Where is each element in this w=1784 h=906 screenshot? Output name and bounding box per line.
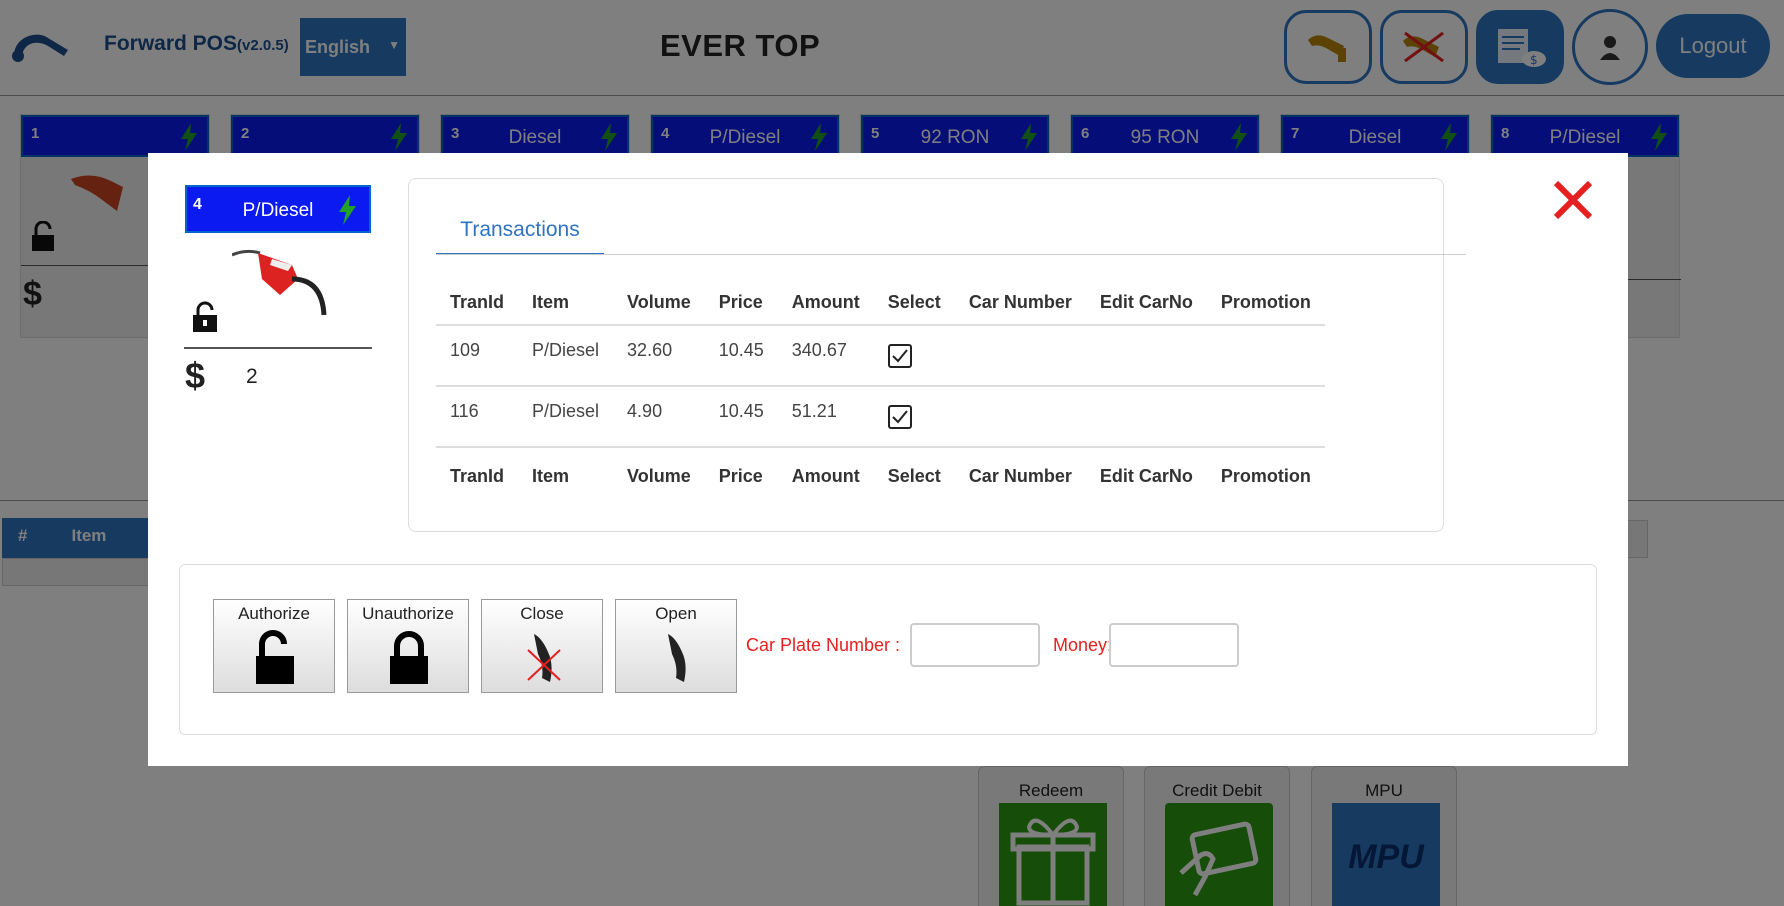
column-footer: Car Number: [968, 466, 1072, 486]
column-header: Edit CarNo: [1085, 281, 1207, 326]
column-header: TranId: [436, 281, 519, 326]
amount-cell: 51.21: [777, 386, 874, 448]
transactions-panel: Transactions TranId Item Volume Price Am…: [408, 178, 1466, 532]
pump-transaction-dialog: 4 P/Diesel $ 2 Transactions TranId Item …: [148, 153, 1628, 766]
car-number-cell: [954, 325, 1086, 387]
column-header: Price: [704, 281, 778, 326]
button-label: Unauthorize: [362, 604, 454, 623]
column-footer: Select: [887, 466, 941, 486]
column-header: Car Number: [954, 281, 1086, 326]
column-header: Amount: [777, 281, 874, 326]
select-cell: [873, 386, 955, 448]
nozzle-closed-icon: [527, 634, 561, 682]
car-number-cell: [954, 386, 1086, 448]
selected-pump-header: 4 P/Diesel: [185, 185, 371, 233]
transactions-table: TranId Item Volume Price Amount Select C…: [436, 281, 1325, 499]
button-label: Open: [655, 604, 697, 623]
tab-underline: [436, 254, 1466, 255]
volume-cell: 4.90: [613, 386, 705, 448]
column-footer: Amount: [791, 466, 860, 486]
unauthorize-button[interactable]: Unauthorize: [347, 599, 469, 693]
checkmark-icon: [892, 410, 908, 424]
price-cell: 10.45: [704, 386, 778, 448]
unlock-icon: [256, 630, 294, 684]
pump-fuel: P/Diesel: [242, 200, 314, 221]
item-cell: P/Diesel: [518, 325, 614, 387]
column-header: Promotion: [1206, 281, 1325, 326]
table-header-row: TranId Item Volume Price Amount Select C…: [436, 281, 1325, 326]
button-label: Close: [520, 604, 564, 623]
table-row[interactable]: 109 P/Diesel 32.60 10.45 340.67: [436, 325, 1325, 387]
authorize-button[interactable]: Authorize: [213, 599, 335, 693]
money-input[interactable]: [1109, 623, 1239, 667]
tranid-cell: 109: [436, 325, 519, 387]
edit-carno-cell: [1085, 386, 1207, 448]
open-pump-button[interactable]: Open: [615, 599, 737, 693]
pump-controls-panel: Authorize Unauthorize Close Open Car Pla…: [179, 564, 1597, 735]
currency-symbol: $: [185, 355, 206, 396]
item-cell: P/Diesel: [518, 386, 614, 448]
fuel-nozzle-icon: [232, 249, 327, 316]
select-cell: [873, 325, 955, 387]
tranid-cell: 116: [436, 386, 519, 448]
table-footer-row: TranId Item Volume Price Amount Select C…: [436, 447, 1325, 499]
column-footer: Price: [718, 466, 763, 486]
unlock-icon: [193, 301, 217, 332]
column-footer: Volume: [627, 466, 691, 486]
close-icon[interactable]: [1552, 179, 1594, 221]
pump-amount: 2: [246, 365, 258, 388]
select-checkbox[interactable]: [887, 405, 912, 429]
promotion-cell: [1206, 325, 1325, 387]
bolt-icon: [339, 195, 356, 225]
amount-cell: 340.67: [777, 325, 874, 387]
pump-number: 4: [193, 196, 202, 213]
money-label: Money:: [1053, 635, 1113, 655]
button-label: Authorize: [238, 604, 310, 623]
column-footer: Promotion: [1220, 466, 1311, 486]
checkmark-icon: [892, 349, 908, 363]
lock-icon: [390, 631, 428, 684]
column-footer: Item: [532, 466, 570, 486]
column-footer: Edit CarNo: [1099, 466, 1193, 486]
column-footer: TranId: [450, 466, 505, 486]
column-header: Volume: [613, 281, 705, 326]
edit-carno-cell: [1085, 325, 1207, 387]
column-header: Select: [873, 281, 955, 326]
close-pump-button[interactable]: Close: [481, 599, 603, 693]
volume-cell: 32.60: [613, 325, 705, 387]
car-plate-label: Car Plate Number :: [746, 635, 901, 655]
price-cell: 10.45: [704, 325, 778, 387]
nozzle-open-icon: [668, 634, 686, 682]
promotion-cell: [1206, 386, 1325, 448]
tab-transactions[interactable]: Transactions: [436, 212, 604, 255]
column-header: Item: [518, 281, 614, 326]
table-row[interactable]: 116 P/Diesel 4.90 10.45 51.21: [436, 386, 1325, 448]
divider: [184, 347, 372, 349]
select-checkbox[interactable]: [887, 344, 912, 368]
car-plate-input[interactable]: [910, 623, 1040, 667]
